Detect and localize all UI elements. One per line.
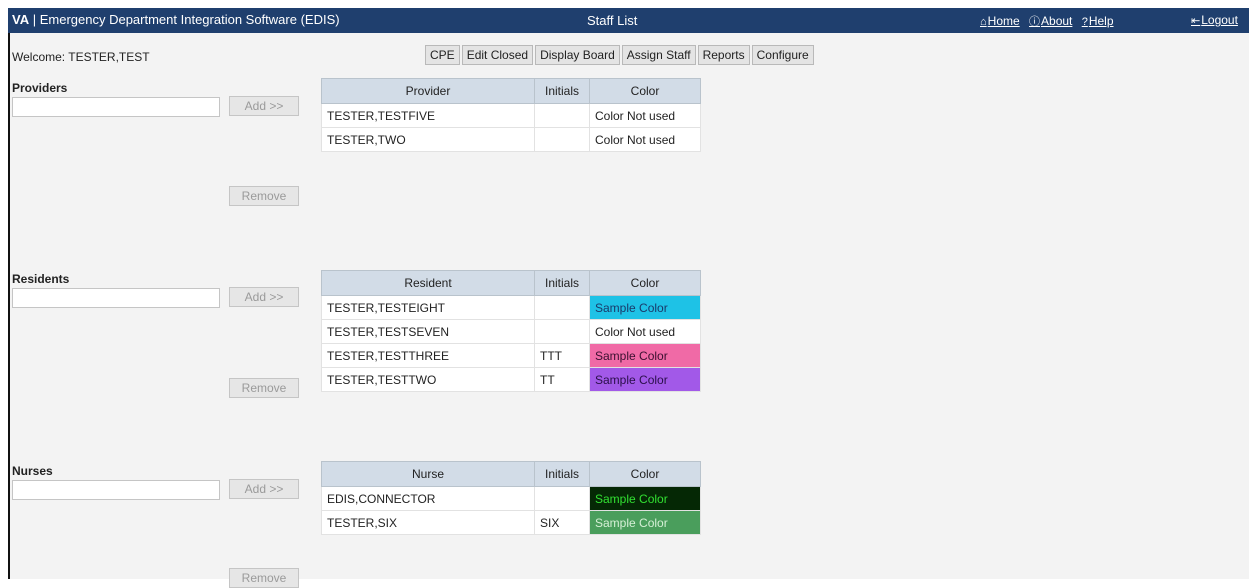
table-row[interactable]: TESTER,SIX SIX Sample Color	[321, 510, 701, 535]
staff-name: TESTER,SIX	[321, 510, 535, 535]
table-row[interactable]: TESTER,TESTTHREE TTT Sample Color	[321, 343, 701, 368]
providers-table: Provider Initials Color TESTER,TESTFIVE …	[321, 78, 701, 152]
main-nav: CPE Edit Closed Display Board Assign Sta…	[425, 45, 816, 65]
providers-title: Providers	[12, 81, 68, 95]
info-icon: ⓘ	[1029, 16, 1041, 28]
col-resident: Resident	[321, 270, 535, 296]
table-row[interactable]: EDIS,CONNECTOR Sample Color	[321, 486, 701, 511]
about-link[interactable]: ⓘAbout	[1029, 14, 1072, 28]
remove-provider-button[interactable]: Remove	[229, 186, 299, 206]
provider-search-input[interactable]	[12, 97, 220, 117]
staff-name: TESTER,TESTSEVEN	[321, 319, 535, 344]
help-icon: ?	[1081, 16, 1088, 28]
staff-initials: TT	[534, 367, 590, 392]
app-header: VA | Emergency Department Integration So…	[8, 8, 1249, 33]
app-frame: VA | Emergency Department Integration So…	[8, 8, 1249, 588]
col-initials: Initials	[534, 270, 590, 296]
col-color: Color	[589, 270, 701, 296]
logout-icon: ⇤	[1191, 15, 1201, 27]
nav-assign-staff-button[interactable]: Assign Staff	[621, 45, 696, 65]
logout-link[interactable]: ⇤Logout	[1191, 13, 1238, 27]
nurse-search-input[interactable]	[12, 480, 220, 500]
help-link[interactable]: ?Help	[1082, 14, 1114, 28]
col-color: Color	[589, 78, 701, 104]
staff-initials: SIX	[534, 510, 590, 535]
remove-nurse-button[interactable]: Remove	[229, 568, 299, 588]
nav-cpe-button[interactable]: CPE	[425, 45, 460, 65]
add-nurse-button[interactable]: Add >>	[229, 479, 299, 499]
welcome-text: Welcome: TESTER,TEST	[12, 50, 150, 64]
staff-initials	[534, 103, 590, 128]
table-header-row: Nurse Initials Color	[321, 461, 701, 487]
staff-color: Color Not used	[589, 103, 701, 128]
nav-edit-closed-button[interactable]: Edit Closed	[461, 45, 534, 65]
col-color: Color	[589, 461, 701, 487]
staff-color: Sample Color	[589, 295, 701, 320]
staff-color: Sample Color	[589, 343, 701, 368]
table-row[interactable]: TESTER,TESTEIGHT Sample Color	[321, 295, 701, 320]
nurses-table: Nurse Initials Color EDIS,CONNECTOR Samp…	[321, 461, 701, 535]
staff-initials: TTT	[534, 343, 590, 368]
home-link[interactable]: ⌂Home	[980, 14, 1020, 28]
staff-color: Color Not used	[589, 319, 701, 344]
staff-initials	[534, 319, 590, 344]
staff-color: Sample Color	[589, 510, 701, 535]
col-nurse: Nurse	[321, 461, 535, 487]
header-links: ⌂Home ⓘAbout ?Help	[980, 13, 1120, 29]
staff-initials	[534, 127, 590, 152]
staff-name: TESTER,TESTFIVE	[321, 103, 535, 128]
app-title: VA | Emergency Department Integration So…	[12, 12, 340, 27]
staff-name: TESTER,TESTEIGHT	[321, 295, 535, 320]
page-title: Staff List	[587, 13, 638, 28]
table-header-row: Provider Initials Color	[321, 78, 701, 104]
table-row[interactable]: TESTER,TESTSEVEN Color Not used	[321, 319, 701, 344]
remove-resident-button[interactable]: Remove	[229, 378, 299, 398]
residents-table: Resident Initials Color TESTER,TESTEIGHT…	[321, 270, 701, 392]
nav-configure-button[interactable]: Configure	[751, 45, 814, 65]
staff-name: TESTER,TWO	[321, 127, 535, 152]
staff-name: EDIS,CONNECTOR	[321, 486, 535, 511]
nav-reports-button[interactable]: Reports	[697, 45, 750, 65]
staff-initials	[534, 295, 590, 320]
staff-initials	[534, 486, 590, 511]
residents-title: Residents	[12, 272, 70, 286]
staff-name: TESTER,TESTTWO	[321, 367, 535, 392]
table-row[interactable]: TESTER,TWO Color Not used	[321, 127, 701, 152]
left-border	[8, 33, 10, 579]
col-initials: Initials	[534, 78, 590, 104]
table-row[interactable]: TESTER,TESTTWO TT Sample Color	[321, 367, 701, 392]
table-header-row: Resident Initials Color	[321, 270, 701, 296]
home-icon: ⌂	[980, 16, 987, 28]
col-provider: Provider	[321, 78, 535, 104]
resident-search-input[interactable]	[12, 288, 220, 308]
staff-name: TESTER,TESTTHREE	[321, 343, 535, 368]
staff-color: Color Not used	[589, 127, 701, 152]
nurses-title: Nurses	[12, 464, 53, 478]
table-row[interactable]: TESTER,TESTFIVE Color Not used	[321, 103, 701, 128]
add-resident-button[interactable]: Add >>	[229, 287, 299, 307]
add-provider-button[interactable]: Add >>	[229, 96, 299, 116]
col-initials: Initials	[534, 461, 590, 487]
nav-display-board-button[interactable]: Display Board	[535, 45, 620, 65]
staff-color: Sample Color	[589, 486, 701, 511]
staff-color: Sample Color	[589, 367, 701, 392]
